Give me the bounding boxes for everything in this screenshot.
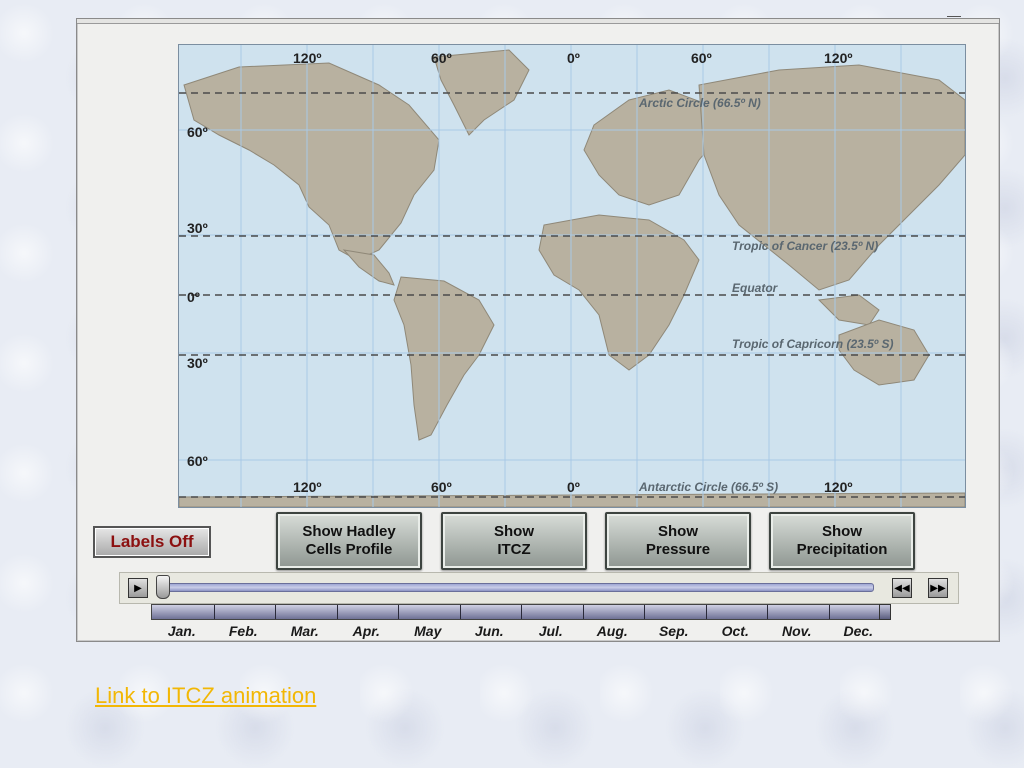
equator-label: Equator: [732, 281, 779, 295]
lat-label: 30º: [187, 220, 208, 236]
month-tick: [767, 605, 768, 619]
labels-off-button[interactable]: Labels Off: [93, 526, 211, 558]
month-label[interactable]: Nov.: [768, 623, 826, 639]
show-hadley-cells-button[interactable]: Show Hadley Cells Profile: [276, 512, 422, 570]
rewind-button[interactable]: ◀◀: [892, 578, 912, 598]
lon-label-bottom: 0º: [567, 479, 580, 495]
panel-title-bar: [77, 19, 999, 24]
month-tick: [336, 605, 338, 619]
month-tick: [644, 605, 645, 619]
lat-label: 30º: [187, 355, 208, 371]
month-label[interactable]: May: [399, 623, 457, 639]
show-itcz-button[interactable]: Show ITCZ: [441, 512, 587, 570]
show-precipitation-button[interactable]: Show Precipitation: [769, 512, 915, 570]
lon-label-bottom: 60º: [431, 479, 452, 495]
arctic-label: Arctic Circle (66.5º N): [638, 96, 761, 110]
lon-label-top: 0º: [567, 50, 580, 66]
month-tick: [828, 605, 830, 619]
lon-label-bottom: 120º: [824, 479, 852, 495]
cancer-label: Tropic of Cancer (23.5º N): [732, 239, 878, 253]
itcz-animation-link[interactable]: Link to ITCZ animation: [95, 683, 316, 709]
month-scale-right-cap: [879, 604, 891, 620]
world-map: Arctic Circle (66.5º N) Tropic of Cancer …: [178, 44, 966, 508]
lat-label: 60º: [187, 453, 208, 469]
month-label[interactable]: Mar.: [276, 623, 334, 639]
month-tick: [582, 605, 584, 619]
month-tick: [275, 605, 276, 619]
timeline-track[interactable]: [160, 583, 874, 592]
lat-label: 0º: [187, 289, 200, 305]
play-icon: ▶: [134, 582, 142, 594]
antarctic-label: Antarctic Circle (66.5º S): [638, 480, 778, 494]
lon-label-bottom: 120º: [293, 479, 321, 495]
world-map-svg: Arctic Circle (66.5º N) Tropic of Cancer …: [179, 45, 965, 507]
month-label[interactable]: Aug.: [583, 623, 641, 639]
month-tick: [705, 605, 707, 619]
month-label[interactable]: Jan.: [153, 623, 211, 639]
month-scale[interactable]: [151, 604, 891, 620]
month-tick: [213, 605, 215, 619]
month-label[interactable]: Jul.: [522, 623, 580, 639]
show-pressure-button[interactable]: Show Pressure: [605, 512, 751, 570]
minimize-icon[interactable]: [947, 16, 961, 17]
itcz-simulation-panel: Arctic Circle (66.5º N) Tropic of Cancer …: [76, 16, 1000, 642]
month-label[interactable]: Sep.: [645, 623, 703, 639]
month-tick: [459, 605, 461, 619]
capricorn-label: Tropic of Capricorn (23.5º S): [732, 337, 894, 351]
lon-label-top: 120º: [293, 50, 321, 66]
month-label[interactable]: Oct.: [706, 623, 764, 639]
month-label[interactable]: Dec.: [829, 623, 887, 639]
month-tick: [521, 605, 522, 619]
timeline-controls: ▶ ◀◀ ▶▶: [119, 572, 959, 604]
timeline-slider-handle[interactable]: [156, 575, 170, 599]
rewind-icon: ◀◀: [894, 582, 910, 594]
lon-label-top: 60º: [691, 50, 712, 66]
play-button[interactable]: ▶: [128, 578, 148, 598]
fast-forward-icon: ▶▶: [930, 582, 946, 594]
lat-label: 60º: [187, 124, 208, 140]
month-label[interactable]: Feb.: [214, 623, 272, 639]
month-tick: [398, 605, 399, 619]
month-label[interactable]: Jun.: [460, 623, 518, 639]
fast-forward-button[interactable]: ▶▶: [928, 578, 948, 598]
lon-label-top: 60º: [431, 50, 452, 66]
month-label[interactable]: Apr.: [337, 623, 395, 639]
lon-label-top: 120º: [824, 50, 852, 66]
